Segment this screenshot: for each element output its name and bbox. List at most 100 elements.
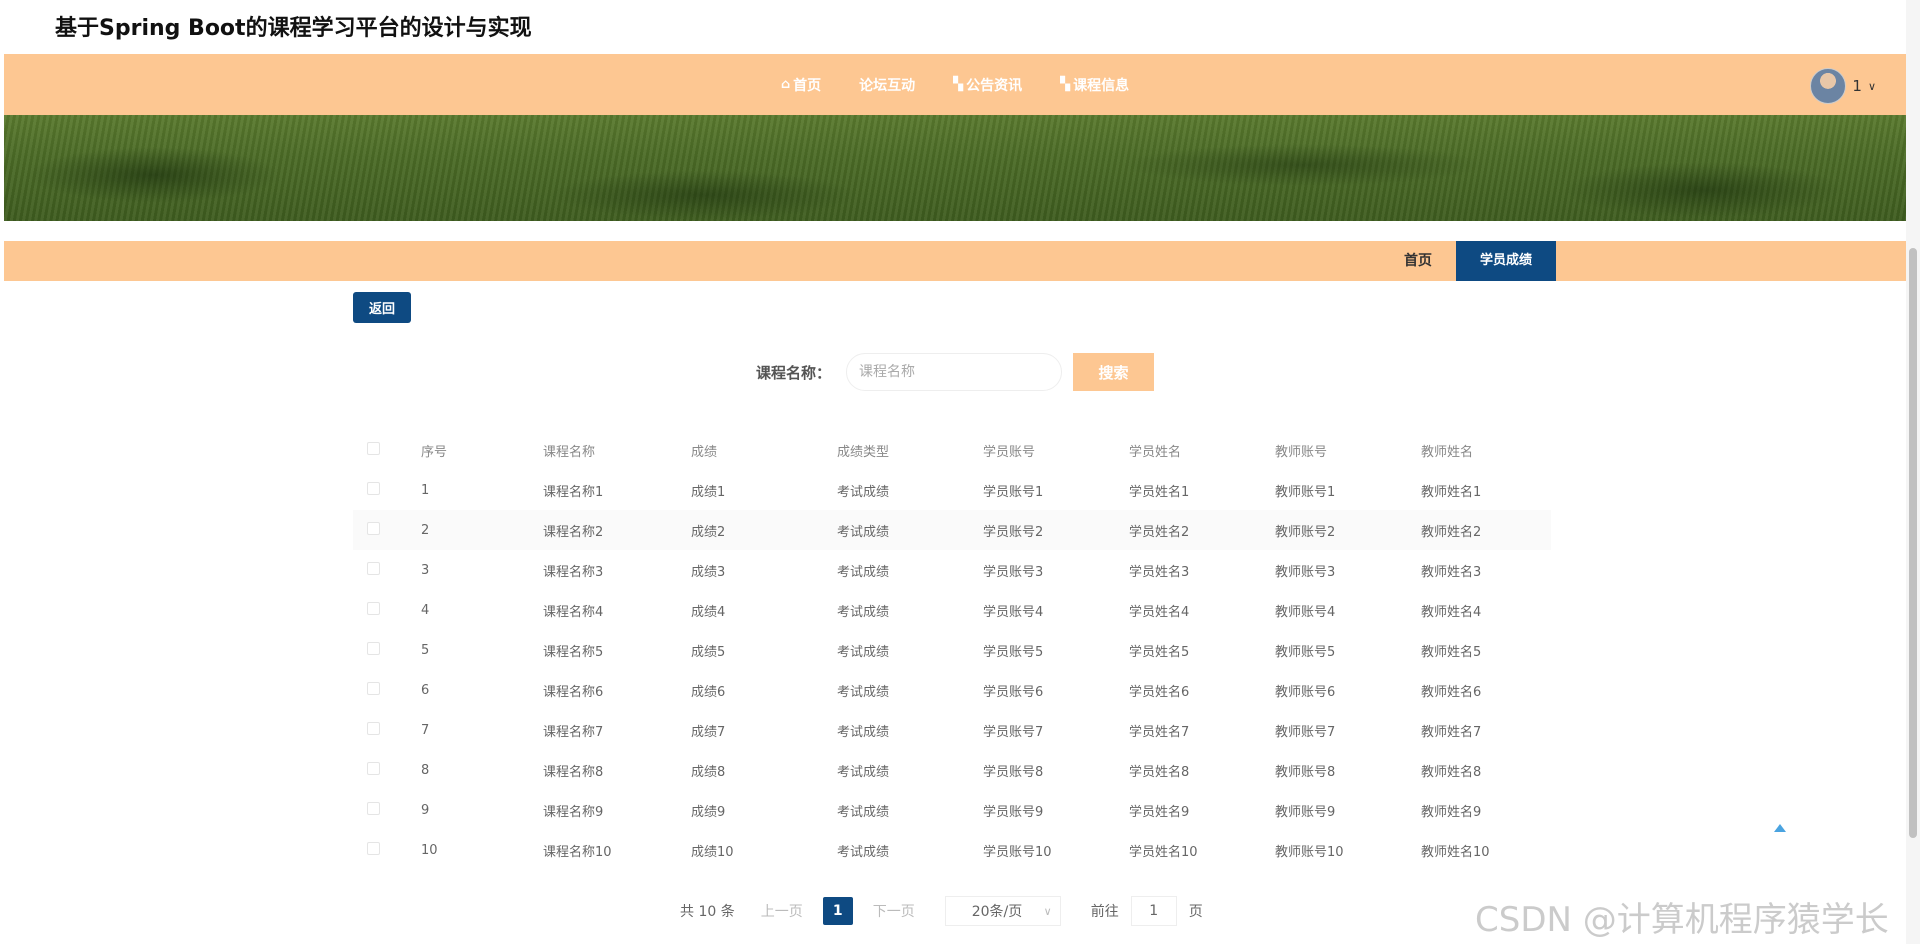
select-all-checkbox[interactable] xyxy=(367,441,380,455)
table-cell: 考试成绩 xyxy=(837,764,890,780)
column-header: 序号 xyxy=(421,444,448,460)
row-checkbox[interactable] xyxy=(367,521,380,535)
breadcrumb-current: 学员成绩 xyxy=(1456,241,1556,281)
column-header: 教师姓名 xyxy=(1421,444,1474,460)
table-cell: 考试成绩 xyxy=(837,804,890,820)
nav-item-forum[interactable]: 论坛互动 xyxy=(859,75,915,95)
nav-item-label: 首页 xyxy=(793,77,822,94)
nav-item-announcements[interactable]: ▚ 公告资讯 xyxy=(953,75,1022,95)
table-cell: 课程名称1 xyxy=(543,484,604,500)
table-cell: 教师姓名9 xyxy=(1421,804,1482,820)
column-header: 学员姓名 xyxy=(1129,444,1182,460)
table-cell: 教师姓名10 xyxy=(1421,844,1490,860)
table-cell: 考试成绩 xyxy=(837,844,890,860)
table-cell: 学员账号5 xyxy=(983,644,1044,660)
row-checkbox[interactable] xyxy=(367,561,380,575)
nav-item-label: 论坛互动 xyxy=(859,77,916,94)
back-to-top-icon[interactable] xyxy=(1774,824,1786,832)
course-name-search-input[interactable] xyxy=(846,353,1062,391)
table-cell: 课程名称4 xyxy=(543,604,604,620)
breadcrumb-home[interactable]: 首页 xyxy=(1404,241,1432,281)
table-cell: 学员姓名1 xyxy=(1129,484,1190,500)
prev-page-button[interactable]: 上一页 xyxy=(761,901,803,921)
scrollbar[interactable] xyxy=(1906,0,1920,944)
grid-icon: ▚ xyxy=(1060,77,1071,92)
table-cell: 成绩10 xyxy=(691,844,734,860)
table-cell: 课程名称8 xyxy=(543,764,604,780)
next-page-button[interactable]: 下一页 xyxy=(873,901,915,921)
table-cell: 1 xyxy=(421,482,430,498)
table-cell: 教师姓名2 xyxy=(1421,524,1482,540)
table-cell: 3 xyxy=(421,562,430,578)
row-checkbox[interactable] xyxy=(367,641,380,655)
chevron-down-icon: ∨ xyxy=(1043,904,1052,918)
scrollbar-thumb[interactable] xyxy=(1909,248,1917,838)
table-cell: 学员账号7 xyxy=(983,724,1044,740)
search-button[interactable]: 搜索 xyxy=(1073,353,1154,391)
table-cell: 教师姓名3 xyxy=(1421,564,1482,580)
table-cell: 考试成绩 xyxy=(837,644,890,660)
nav-item-label: 公告资讯 xyxy=(966,77,1023,94)
table-cell: 学员姓名10 xyxy=(1129,844,1198,860)
table-cell: 学员账号10 xyxy=(983,844,1052,860)
table-cell: 课程名称10 xyxy=(543,844,612,860)
row-checkbox[interactable] xyxy=(367,481,380,495)
table-cell: 成绩3 xyxy=(691,564,726,580)
table-cell: 学员账号1 xyxy=(983,484,1044,500)
nav-item-home[interactable]: ⌂ 首页 xyxy=(781,75,821,95)
table-cell: 成绩4 xyxy=(691,604,726,620)
back-button[interactable]: 返回 xyxy=(353,292,411,323)
row-checkbox[interactable] xyxy=(367,761,380,775)
table-cell: 学员账号2 xyxy=(983,524,1044,540)
row-checkbox[interactable] xyxy=(367,841,380,855)
table-cell: 学员账号6 xyxy=(983,684,1044,700)
table-row: 8 课程名称8 成绩8 考试成绩 学员账号8 学员姓名8 教师账号8 教师姓名8 xyxy=(353,750,1551,790)
page-number-current[interactable]: 1 xyxy=(822,897,853,925)
user-menu[interactable]: 1 ∨ xyxy=(1810,68,1876,104)
table-cell: 学员账号9 xyxy=(983,804,1044,820)
table-cell: 课程名称2 xyxy=(543,524,604,540)
column-header: 课程名称 xyxy=(543,444,596,460)
table-cell: 课程名称3 xyxy=(543,564,604,580)
table-row: 2 课程名称2 成绩2 考试成绩 学员账号2 学员姓名2 教师账号2 教师姓名2 xyxy=(353,510,1551,550)
table-row: 7 课程名称7 成绩7 考试成绩 学员账号7 学员姓名7 教师账号7 教师姓名7 xyxy=(353,710,1551,750)
table-cell: 成绩8 xyxy=(691,764,726,780)
table-cell: 学员姓名3 xyxy=(1129,564,1190,580)
pagination-total: 共 10 条 xyxy=(680,904,735,920)
nav-menu: ⌂ 首页 论坛互动 ▚ 公告资讯 ▚ 课程信息 xyxy=(4,54,1906,115)
nav-item-label: 课程信息 xyxy=(1073,77,1130,94)
table-cell: 教师姓名1 xyxy=(1421,484,1482,500)
table-cell: 学员姓名8 xyxy=(1129,764,1190,780)
row-checkbox[interactable] xyxy=(367,681,380,695)
home-icon: ⌂ xyxy=(780,77,791,92)
row-checkbox[interactable] xyxy=(367,801,380,815)
grades-table: 序号 课程名称 成绩 成绩类型 学员账号 学员姓名 教师账号 教师姓名 1 课程名… xyxy=(353,430,1551,870)
table-cell: 学员姓名5 xyxy=(1129,644,1190,660)
table-cell: 学员姓名6 xyxy=(1129,684,1190,700)
page-size-select[interactable]: 20条/页 ∨ xyxy=(944,896,1061,926)
goto-label: 前往 xyxy=(1090,904,1119,920)
table-cell: 教师姓名4 xyxy=(1421,604,1482,620)
table-row: 5 课程名称5 成绩5 考试成绩 学员账号5 学员姓名5 教师账号5 教师姓名5 xyxy=(353,630,1551,670)
top-navbar: ⌂ 首页 论坛互动 ▚ 公告资讯 ▚ 课程信息 1 ∨ xyxy=(4,54,1906,115)
table-cell: 教师姓名8 xyxy=(1421,764,1482,780)
chevron-down-icon: ∨ xyxy=(1867,79,1876,93)
table-cell: 教师账号6 xyxy=(1275,684,1336,700)
table-cell: 学员账号4 xyxy=(983,604,1044,620)
table-cell: 考试成绩 xyxy=(837,484,890,500)
table-cell: 6 xyxy=(421,682,430,698)
table-row: 9 课程名称9 成绩9 考试成绩 学员账号9 学员姓名9 教师账号9 教师姓名9 xyxy=(353,790,1551,830)
banner-image xyxy=(4,115,1906,221)
table-cell: 学员姓名7 xyxy=(1129,724,1190,740)
row-checkbox[interactable] xyxy=(367,721,380,735)
pagination: 共 10 条 上一页 1 下一页 20条/页 ∨ 前往 页 xyxy=(680,896,1203,926)
table-cell: 成绩2 xyxy=(691,524,726,540)
nav-item-courses[interactable]: ▚ 课程信息 xyxy=(1060,75,1129,95)
table-cell: 成绩5 xyxy=(691,644,726,660)
table-cell: 教师账号10 xyxy=(1275,844,1344,860)
goto-page-input[interactable] xyxy=(1130,896,1177,926)
table-cell: 9 xyxy=(421,802,430,818)
avatar xyxy=(1810,68,1847,104)
row-checkbox[interactable] xyxy=(367,601,380,615)
table-body: 1 课程名称1 成绩1 考试成绩 学员账号1 学员姓名1 教师账号1 教师姓名1 2 课程名称2 成… xyxy=(353,470,1551,870)
